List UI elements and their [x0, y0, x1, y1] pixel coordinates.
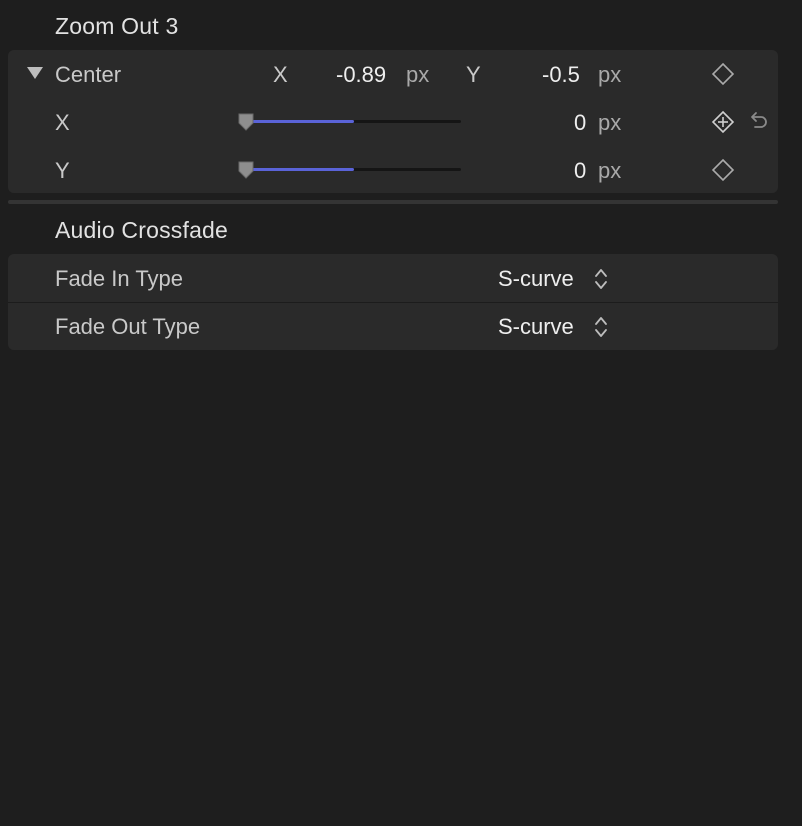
fade-in-label: Fade In Type: [55, 266, 184, 291]
fade-out-popup[interactable]: S-curve: [498, 314, 574, 340]
y-row-unit: px: [598, 158, 622, 183]
x-row-label: X: [55, 110, 70, 135]
fade-in-popup[interactable]: S-curve: [498, 266, 574, 292]
y-row-value[interactable]: 0: [574, 158, 586, 184]
inspector-panel: Zoom Out 3 Center X -0.89 px Y -0.5 px X…: [0, 0, 802, 826]
y-slider-thumb[interactable]: [237, 160, 255, 180]
x-row-unit: px: [598, 110, 622, 135]
center-y-unit: px: [598, 62, 622, 87]
zoom-section-title: Zoom Out 3: [55, 13, 179, 39]
y-slider-fill: [247, 168, 354, 171]
y-row-label: Y: [55, 158, 70, 183]
center-x-value[interactable]: -0.89: [336, 62, 386, 88]
popup-stepper-icon[interactable]: [594, 267, 608, 291]
center-y-axis-label: Y: [466, 62, 481, 87]
reset-arrow-icon[interactable]: [746, 110, 770, 134]
x-slider-track[interactable]: [247, 120, 461, 123]
center-x-unit: px: [406, 62, 430, 87]
x-slider-fill: [247, 120, 354, 123]
popup-stepper-icon[interactable]: [594, 315, 608, 339]
center-label: Center: [55, 62, 122, 87]
x-slider-thumb[interactable]: [237, 112, 255, 132]
add-keyframe-icon[interactable]: [710, 109, 736, 135]
row-separator: [8, 302, 778, 303]
keyframe-diamond-icon[interactable]: [710, 157, 736, 183]
center-y-value[interactable]: -0.5: [542, 62, 580, 88]
disclosure-triangle-icon[interactable]: [24, 62, 46, 84]
keyframe-diamond-icon[interactable]: [710, 61, 736, 87]
section-divider: [8, 200, 778, 204]
x-row-value[interactable]: 0: [574, 110, 586, 136]
audio-section-title: Audio Crossfade: [55, 217, 229, 243]
fade-out-label: Fade Out Type: [55, 314, 201, 339]
y-slider-track[interactable]: [247, 168, 461, 171]
center-x-axis-label: X: [273, 62, 288, 87]
